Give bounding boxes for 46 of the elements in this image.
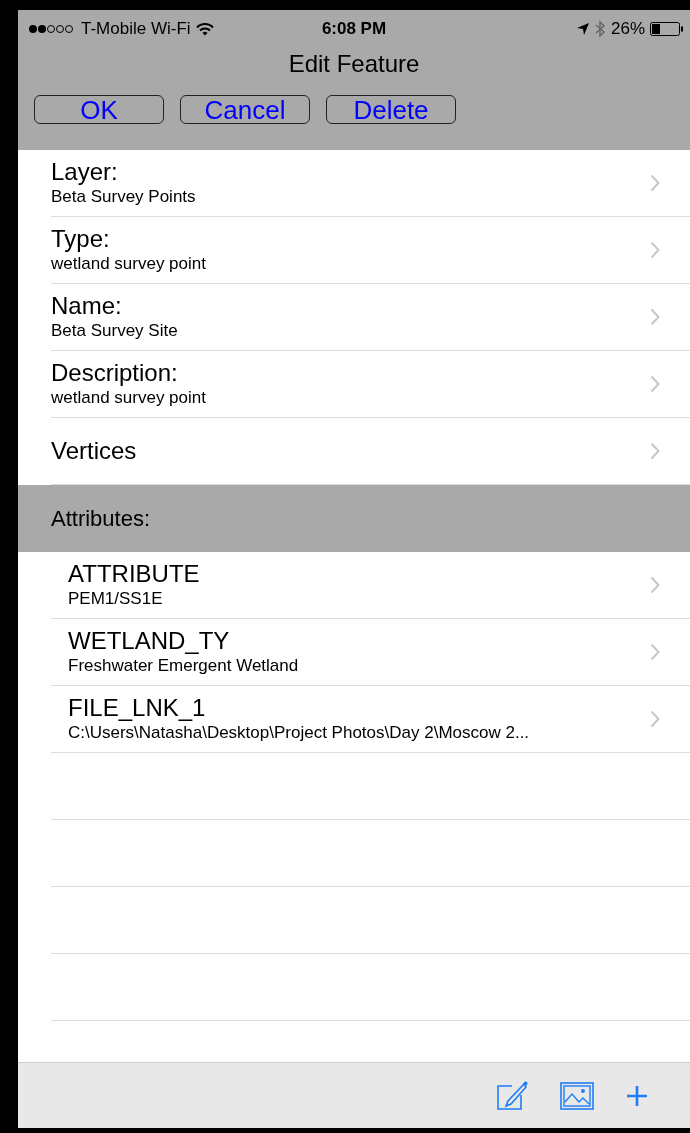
chevron-icon (650, 308, 660, 326)
chevron-icon (650, 174, 660, 192)
field-label: Layer: (51, 159, 119, 185)
chevron-icon (650, 643, 660, 661)
attribute-value: PEM1/SS1E (68, 589, 164, 609)
attribute-row[interactable]: FILE_LNK_1 C:\Users\Natasha\Desktop\Project Photos\Day 2\Moscow 2... (51, 686, 690, 753)
battery-icon (650, 22, 684, 36)
add-icon[interactable] (626, 1084, 648, 1107)
signal-icon (28, 24, 76, 34)
status-time: 6:08 PM (321, 19, 387, 39)
action-button[interactable]: OK (34, 95, 164, 124)
field-row[interactable]: Layer: Beta Survey Points (51, 150, 690, 217)
attribute-name: WETLAND_TY (68, 628, 231, 654)
image-icon[interactable] (560, 1081, 594, 1110)
field-value: wetland survey point (51, 388, 207, 408)
bluetooth-icon (594, 20, 606, 38)
field-row[interactable]: Name: Beta Survey Site (51, 284, 690, 351)
battery-percent: 26% (610, 19, 645, 39)
chevron-icon (650, 442, 660, 460)
field-label: Type: (51, 226, 111, 252)
chevron-icon (650, 576, 660, 594)
field-label: Description: (51, 360, 179, 386)
chevron-icon (650, 375, 660, 393)
field-value: Beta Survey Points (51, 187, 197, 207)
chevron-icon (650, 710, 660, 728)
attribute-name: FILE_LNK_1 (68, 695, 207, 721)
wifi-icon (195, 22, 214, 36)
edit-icon[interactable] (496, 1080, 528, 1111)
field-row[interactable]: Type: wetland survey point (51, 217, 690, 284)
action-button[interactable]: Delete (326, 95, 456, 124)
field-value: Beta Survey Site (51, 321, 179, 341)
field-row[interactable]: Description: wetland survey point (51, 351, 690, 418)
carrier-name: T-Mobile Wi-Fi (81, 19, 191, 39)
attribute-value: C:\Users\Natasha\Desktop\Project Photos\Day 2\Moscow 2... (68, 723, 531, 743)
screen-title: Edit Feature (287, 50, 421, 79)
field-value: wetland survey point (51, 254, 207, 274)
attribute-value: Freshwater Emergent Wetland (68, 656, 300, 676)
attribute-name: ATTRIBUTE (68, 561, 201, 587)
field-label: Name: (51, 293, 123, 319)
action-button[interactable]: Cancel (180, 95, 310, 124)
attribute-row[interactable]: WETLAND_TY Freshwater Emergent Wetland (51, 619, 690, 686)
location-arrow-icon (575, 22, 590, 36)
section-header: Attributes: (18, 485, 690, 552)
field-label: Vertices (51, 436, 138, 466)
attribute-row[interactable]: ATTRIBUTE PEM1/SS1E (51, 552, 690, 619)
chevron-icon (650, 241, 660, 259)
